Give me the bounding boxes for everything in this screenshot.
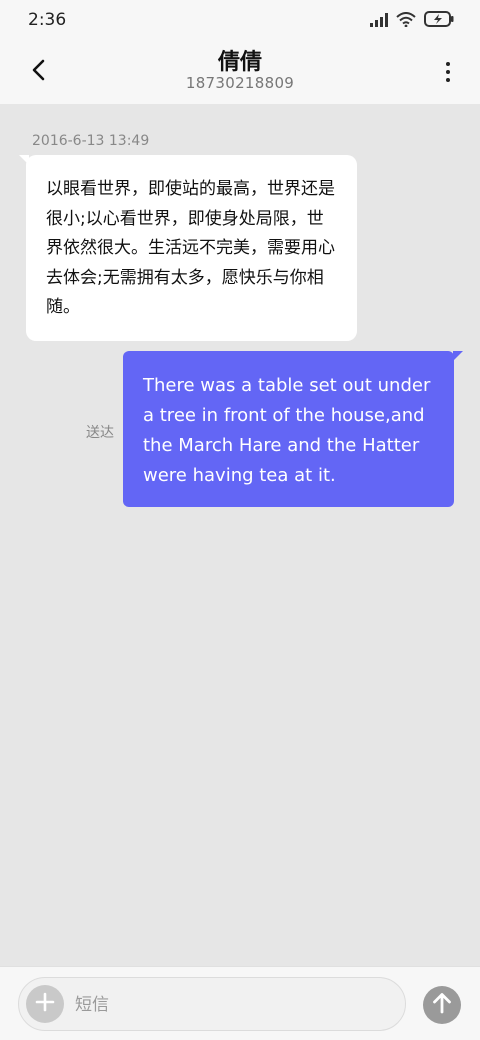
conversation-header: 倩倩 18730218809 [0,40,480,104]
message-input-container [18,977,406,1031]
arrow-up-icon [432,992,452,1018]
contact-name: 倩倩 [217,50,262,75]
incoming-message-bubble[interactable]: 以眼看世界，即使站的最高，世界还是很小;以心看世界，即使身处局限，世界依然很大。… [26,155,357,341]
outgoing-bubble-tail [453,351,463,361]
delivery-status: 送达 [86,425,114,441]
message-input[interactable] [75,992,385,1018]
outgoing-message-bubble[interactable]: There was a table set out under a tree i… [123,351,454,507]
outgoing-message-text: There was a table set out under a tree i… [143,375,431,486]
status-icons [370,11,454,31]
send-button[interactable] [423,986,461,1024]
plus-icon [35,992,55,1016]
more-options-button[interactable] [438,56,458,88]
compose-bar [0,966,480,1040]
signal-icon [370,12,388,31]
add-attachment-button[interactable] [26,985,64,1023]
message-timestamp: 2016-6-13 13:49 [32,133,150,149]
battery-charging-icon [424,11,454,31]
incoming-message-text: 以眼看世界，即使站的最高，世界还是很小;以心看世界，即使身处局限，世界依然很大。… [46,179,335,317]
more-vertical-icon [446,62,450,66]
status-time: 2:36 [28,10,67,30]
status-bar: 2:36 [0,0,480,40]
contact-phone-number: 18730218809 [185,74,295,92]
wifi-icon [396,11,416,31]
